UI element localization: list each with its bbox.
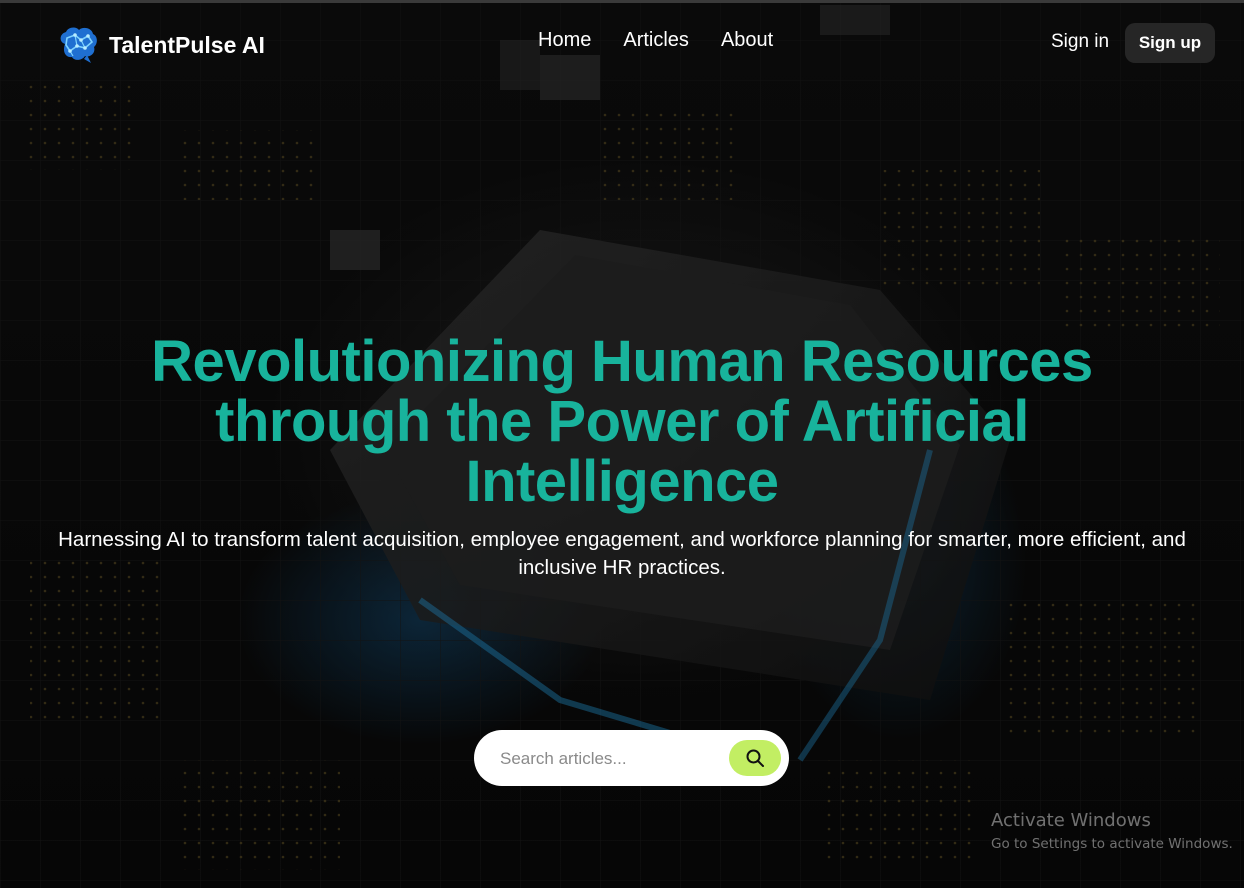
sign-up-button[interactable]: Sign up [1125,23,1215,63]
hero-title: Revolutionizing Human Resources through … [151,329,1093,514]
watermark-title: Activate Windows [991,810,1151,831]
search-input[interactable] [498,744,722,774]
hero-subtitle: Harnessing AI to transform talent acquis… [58,528,1186,579]
nav-links: Home Articles About [538,29,773,52]
brand[interactable]: TalentPulse AI [57,25,265,65]
brand-name: TalentPulse AI [109,31,265,58]
nav-link-about[interactable]: About [721,29,773,52]
sign-in-link[interactable]: Sign in [1051,31,1109,53]
search-button[interactable] [729,740,781,776]
nav-link-home[interactable]: Home [538,29,591,52]
navbar: TalentPulse AI Home Articles About Sign … [0,0,1244,86]
search-icon [746,749,764,767]
search-bar [474,730,789,786]
windows-activation-watermark: Activate Windows Go to Settings to activ… [991,810,1233,854]
brain-icon [60,27,97,63]
nav-link-articles[interactable]: Articles [623,29,689,52]
page: TalentPulse AI Home Articles About Sign … [0,0,1244,888]
watermark-subtitle: Go to Settings to activate Windows. [991,836,1233,852]
